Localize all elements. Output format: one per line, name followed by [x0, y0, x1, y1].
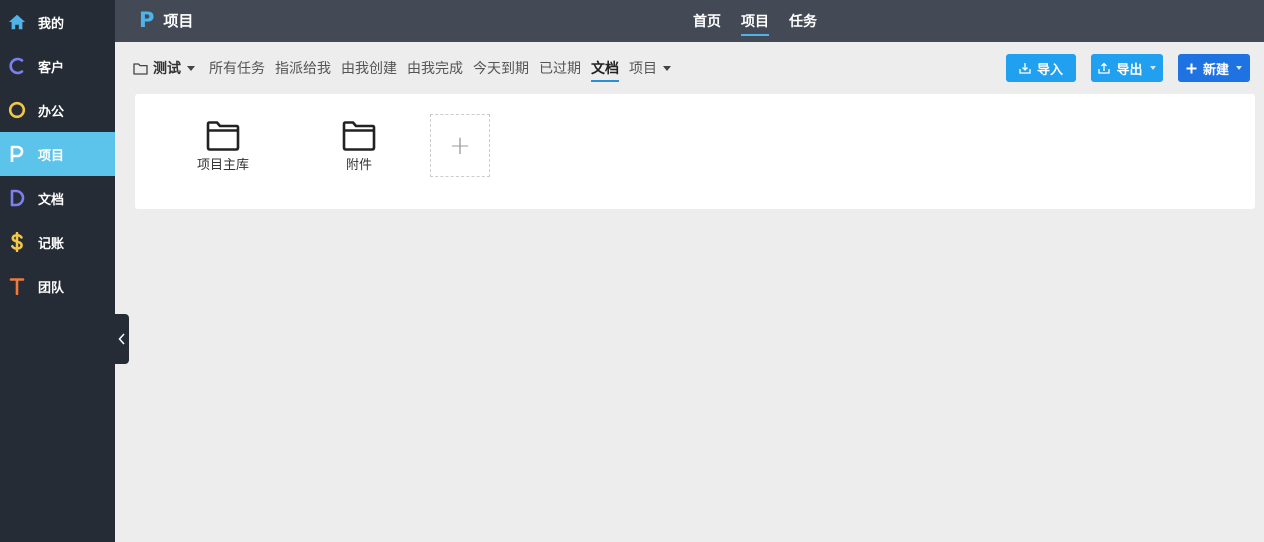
tab-home[interactable]: 首页 — [693, 0, 721, 42]
caret-down-icon — [1236, 66, 1242, 70]
sidebar-item-docs[interactable]: 文档 — [0, 176, 115, 220]
app-title: P 项目 — [139, 0, 193, 40]
app-logo: P — [139, 8, 155, 32]
filter-docs[interactable]: 文档 — [591, 54, 619, 82]
filter-all-tasks[interactable]: 所有任务 — [209, 54, 265, 82]
sidebar-item-team[interactable]: 团队 — [0, 264, 115, 308]
sidebar-item-project[interactable]: 项目 — [0, 132, 115, 176]
filter-toolbar: 测试 所有任务 指派给我 由我创建 由我完成 今天到期 已过期 文档 项目 — [133, 54, 681, 82]
sidebar-item-label: 记账 — [38, 236, 65, 252]
filter-finished-by-me[interactable]: 由我完成 — [407, 54, 463, 82]
caret-down-icon — [187, 65, 195, 71]
folder-item[interactable]: 项目主库 — [183, 120, 263, 173]
letter-p-icon — [8, 144, 26, 164]
plus-icon: + — [449, 130, 471, 161]
import-button-label: 导入 — [1036, 62, 1063, 78]
caret-down-icon — [663, 65, 671, 71]
sidebar-item-label: 办公 — [38, 104, 65, 120]
letter-o-icon — [8, 100, 26, 120]
folder-outline-icon — [133, 62, 148, 75]
tab-project[interactable]: 项目 — [741, 0, 769, 42]
letter-c-icon — [8, 56, 26, 76]
project-selector-label: 测试 — [153, 61, 181, 77]
export-button-label: 导出 — [1116, 62, 1143, 78]
export-icon — [1098, 62, 1111, 74]
folder-item[interactable]: 附件 — [319, 120, 399, 173]
project-selector[interactable]: 测试 — [133, 58, 195, 78]
filter-due-today[interactable]: 今天到期 — [473, 54, 529, 82]
chevron-left-icon — [118, 333, 125, 345]
sidebar-item-label: 团队 — [38, 280, 65, 296]
sidebar-item-label: 我的 — [38, 16, 65, 32]
filter-created-by-me[interactable]: 由我创建 — [341, 54, 397, 82]
sidebar-item-label: 文档 — [38, 192, 65, 208]
new-button-label: 新建 — [1202, 62, 1229, 78]
filter-project-dropdown[interactable]: 项目 — [629, 54, 671, 82]
folder-icon — [342, 121, 376, 151]
letter-t-icon — [8, 276, 26, 296]
folder-label: 项目主库 — [196, 158, 249, 173]
sidebar-item-my[interactable]: 我的 — [0, 0, 115, 44]
home-icon — [8, 12, 26, 32]
sidebar: 我的 客户 办公 项目 文档 记账 团队 — [0, 0, 115, 542]
export-button[interactable]: 导出 — [1091, 54, 1163, 82]
sidebar-item-label: 项目 — [38, 148, 65, 164]
filter-assigned-to-me[interactable]: 指派给我 — [275, 54, 331, 82]
top-nav: 首页 项目 任务 — [693, 0, 837, 42]
docs-panel: 项目主库 附件 + — [135, 94, 1255, 209]
import-icon — [1019, 63, 1031, 74]
letter-d-icon — [8, 188, 26, 208]
sidebar-collapse-button[interactable] — [115, 314, 129, 364]
filter-project-label: 项目 — [629, 61, 657, 77]
add-folder-button[interactable]: + — [430, 114, 490, 177]
folder-icon — [206, 121, 240, 151]
tab-task[interactable]: 任务 — [789, 0, 817, 42]
sidebar-item-office[interactable]: 办公 — [0, 88, 115, 132]
page-title: 项目 — [163, 11, 194, 30]
plus-icon — [1186, 63, 1197, 73]
top-header: P 项目 首页 项目 任务 — [115, 0, 1264, 42]
sidebar-item-label: 客户 — [38, 60, 65, 76]
dollar-icon — [8, 232, 26, 252]
filter-overdue[interactable]: 已过期 — [539, 54, 581, 82]
sidebar-item-customer[interactable]: 客户 — [0, 44, 115, 88]
folder-label: 附件 — [345, 158, 372, 173]
sidebar-item-accounting[interactable]: 记账 — [0, 220, 115, 264]
import-button[interactable]: 导入 — [1006, 54, 1076, 82]
new-button[interactable]: 新建 — [1178, 54, 1250, 82]
caret-down-icon — [1149, 66, 1156, 70]
